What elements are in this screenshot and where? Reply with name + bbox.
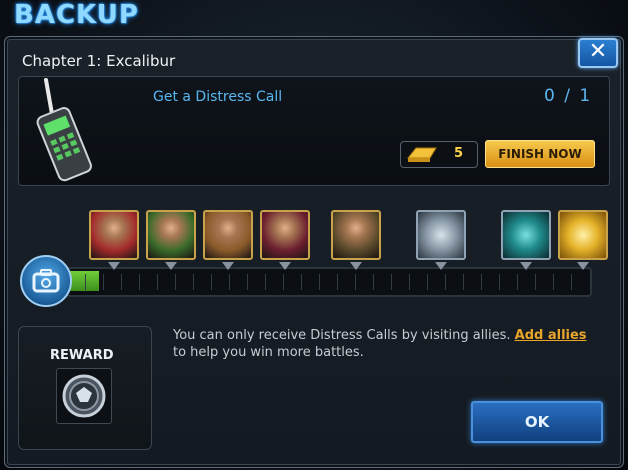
track-tick (301, 274, 302, 290)
track-tick (445, 274, 446, 290)
close-button[interactable]: ✕ (578, 38, 618, 68)
slot-marker (520, 262, 532, 270)
chapter-title: Chapter 1: Excalibur (22, 52, 176, 70)
radio-icon (30, 76, 100, 190)
reward-label: REWARD (50, 348, 114, 363)
track-tick (139, 274, 140, 290)
gold-bar-icon (406, 147, 437, 162)
progress-fill (68, 271, 99, 291)
slot-marker (222, 262, 234, 270)
slot-marker (577, 262, 589, 270)
track-tick (427, 274, 428, 290)
track-tick (373, 274, 374, 290)
track-tick (229, 274, 230, 290)
slot-marker (108, 262, 120, 270)
finish-now-button[interactable]: FINISH NOW (485, 140, 595, 168)
slot-marker (279, 262, 291, 270)
progress-track (66, 267, 592, 297)
mission-progress: 0 / 1 (544, 86, 593, 106)
add-allies-link[interactable]: Add allies (515, 328, 587, 343)
track-tick (499, 274, 500, 290)
gold-cost-value: 5 (454, 146, 464, 161)
info-text-after: to help you win more battles. (173, 345, 364, 360)
ok-button[interactable]: OK (471, 401, 603, 443)
track-tick (481, 274, 482, 290)
track-tick (193, 274, 194, 290)
track-tick (319, 274, 320, 290)
slot-marker (350, 262, 362, 270)
track-tick (535, 274, 536, 290)
track-tick (391, 274, 392, 290)
track-tick (355, 274, 356, 290)
hero-portrait-3[interactable] (203, 210, 253, 260)
track-tick (211, 274, 212, 290)
slot-marker (165, 262, 177, 270)
track-tick (103, 274, 104, 290)
track-tick (553, 274, 554, 290)
mission-name: Get a Distress Call (153, 89, 283, 105)
hero-portrait-4[interactable] (260, 210, 310, 260)
teal-crate-icon[interactable] (501, 210, 551, 260)
shield-emblem-icon (62, 374, 106, 418)
track-tick (463, 274, 464, 290)
hero-portrait-1[interactable] (89, 210, 139, 260)
track-tick (247, 274, 248, 290)
track-tick (265, 274, 266, 290)
screen-title: BACKUP (14, 0, 139, 30)
track-tick (283, 274, 284, 290)
track-tick (85, 274, 86, 290)
gold-bars-icon[interactable] (558, 210, 608, 260)
mission-panel (18, 76, 610, 186)
track-tick (571, 274, 572, 290)
info-text-before: You can only receive Distress Calls by v… (173, 328, 515, 343)
track-tick (121, 274, 122, 290)
track-tick (337, 274, 338, 290)
gold-cost (400, 141, 478, 168)
hero-portrait-2[interactable] (146, 210, 196, 260)
reward-item (56, 368, 112, 424)
slot-marker (435, 262, 447, 270)
silver-coins-icon[interactable] (416, 210, 466, 260)
briefcase-icon (20, 255, 72, 307)
track-tick (175, 274, 176, 290)
info-message: You can only receive Distress Calls by v… (173, 327, 603, 361)
track-tick (157, 274, 158, 290)
hero-portrait-5[interactable] (331, 210, 381, 260)
track-tick (409, 274, 410, 290)
track-tick (517, 274, 518, 290)
